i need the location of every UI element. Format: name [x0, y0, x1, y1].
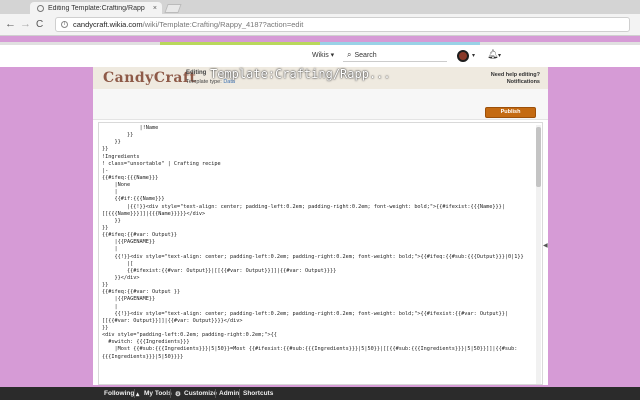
- code-line[interactable]: |None: [102, 182, 534, 189]
- wikis-label: Wikis: [312, 52, 329, 59]
- code-line[interactable]: |: [102, 246, 534, 253]
- divider: [134, 389, 135, 398]
- template-type: Template type: Data: [186, 79, 235, 85]
- page-title: Template:Crafting/Rapp...: [210, 67, 391, 81]
- back-arrow-icon[interactable]: ←: [5, 18, 16, 31]
- wikia-favicon-icon: [37, 4, 44, 12]
- wiki-logo[interactable]: CandyCraft: [103, 70, 196, 86]
- wikis-menu[interactable]: Wikis ▾: [312, 51, 334, 59]
- forward-arrow-icon[interactable]: →: [20, 18, 31, 31]
- info-icon[interactable]: i: [61, 21, 68, 28]
- code-line[interactable]: }}: [102, 218, 534, 225]
- bottom-toolbar: Following ▴ My Tools ⚙ Customize Admin S…: [0, 387, 640, 400]
- toolbar-admin[interactable]: Admin: [219, 390, 239, 397]
- close-tab-icon[interactable]: ×: [153, 5, 157, 12]
- template-type-link[interactable]: Data: [223, 79, 235, 85]
- code-line[interactable]: ! class="unsortable" | Crafting recipe: [102, 161, 534, 168]
- code-line[interactable]: }}</div>: [102, 275, 534, 282]
- editing-label: Editing: [186, 70, 207, 76]
- publish-button[interactable]: Publish: [485, 107, 536, 118]
- code-line[interactable]: {{#if:{{{Name}}}: [102, 196, 534, 203]
- collapse-rail-arrow-icon[interactable]: ◀: [543, 242, 548, 249]
- url-path: /wiki/Template:Crafting/Rappy_4187?actio…: [142, 20, 304, 29]
- tab-title: Editing Template:Crafting/Rapp: [48, 4, 145, 12]
- code-line[interactable]: {{#ifexist:{{#var: Output}}|[[{{#var: Ou…: [102, 268, 534, 275]
- code-line[interactable]: |{{PAGENAME}}: [102, 296, 534, 303]
- browser-toolbar: ← → C i candycraft.wikia.com/wiki/Templa…: [0, 14, 640, 36]
- chevron-down-icon: ▾: [330, 52, 335, 59]
- code-line[interactable]: {{#ifeq:{{#var: Output}}: [102, 232, 534, 239]
- code-line[interactable]: |-: [102, 168, 534, 175]
- code-line[interactable]: {{#ifeq:{{{Name}}}: [102, 175, 534, 182]
- reload-icon[interactable]: C: [36, 18, 43, 31]
- code-line[interactable]: |{{!}}<div style="text-align: center; pa…: [102, 204, 534, 211]
- edit-header: CandyCraft Editing Template:Crafting/Rap…: [93, 67, 548, 89]
- code-line[interactable]: |!Name: [102, 125, 534, 132]
- code-line[interactable]: |[: [102, 261, 534, 268]
- url-host: candycraft.wikia.com: [73, 20, 143, 29]
- code-line[interactable]: |: [102, 304, 534, 311]
- search-icon: ⌕: [347, 50, 352, 59]
- notifications-link[interactable]: Notifications: [491, 79, 540, 86]
- code-line[interactable]: {{{Ingredients}}}|5|50}}}}: [102, 354, 534, 361]
- code-line[interactable]: }}: [102, 146, 534, 153]
- code-line[interactable]: [[{{{Name}}}]]|{{{Name}}}}}</div>: [102, 211, 534, 218]
- new-tab-button[interactable]: [164, 4, 182, 13]
- search-placeholder: Search: [354, 51, 377, 59]
- scrollbar-thumb[interactable]: [536, 127, 541, 187]
- gear-icon[interactable]: ⚙: [175, 390, 181, 398]
- source-code[interactable]: |!Name }} }}}} !Ingredients! class="unsor…: [102, 125, 534, 361]
- search-input[interactable]: ⌕ Search: [343, 49, 447, 62]
- divider: [239, 389, 240, 398]
- code-line[interactable]: |: [102, 189, 534, 196]
- divider: [215, 389, 216, 398]
- source-editor[interactable]: |!Name }} }}}} !Ingredients! class="unsor…: [98, 122, 543, 385]
- code-line[interactable]: |{{PAGENAME}}: [102, 239, 534, 246]
- code-line[interactable]: {{!}}<div style="text-align: center; pad…: [102, 254, 534, 261]
- editor-toolbar: Publish: [93, 89, 548, 120]
- mytools-caret-icon[interactable]: ▴: [136, 390, 139, 398]
- divider: [170, 389, 171, 398]
- code-line[interactable]: <div style="padding-left:0.2em; padding-…: [102, 332, 534, 339]
- address-bar[interactable]: i candycraft.wikia.com/wiki/Template:Cra…: [55, 17, 630, 32]
- code-line[interactable]: }}: [102, 325, 534, 332]
- template-type-label: Template type:: [186, 79, 222, 85]
- chevron-down-icon[interactable]: ▾: [472, 52, 475, 59]
- code-line[interactable]: }}: [102, 225, 534, 232]
- toolbar-customize[interactable]: Customize: [184, 390, 217, 397]
- code-line[interactable]: |Most {{#sub:{{{Ingredients}}}|5|50}}=Mo…: [102, 346, 534, 353]
- help-links: Need help editing? Notifications: [491, 72, 540, 86]
- avatar[interactable]: [457, 50, 469, 62]
- code-line[interactable]: !Ingredients: [102, 154, 534, 161]
- toolbar-following[interactable]: Following: [104, 390, 134, 397]
- code-line[interactable]: {{!}}<div style="text-align: center; pad…: [102, 311, 534, 318]
- browser-tab[interactable]: Editing Template:Crafting/Rapp ×: [30, 2, 162, 14]
- toolbar-shortcuts[interactable]: Shortcuts: [243, 390, 273, 397]
- code-line[interactable]: }}: [102, 282, 534, 289]
- need-help-link[interactable]: Need help editing?: [491, 72, 540, 79]
- code-line[interactable]: }}: [102, 139, 534, 146]
- code-line[interactable]: [[{{#var: Output}}]]|{{#var: Output}}}}<…: [102, 318, 534, 325]
- browser-tabstrip: Editing Template:Crafting/Rapp ×: [0, 0, 640, 14]
- code-line[interactable]: {{#ifeq:{{#var: Output }}: [102, 289, 534, 296]
- code-line[interactable]: #switch: {{{Ingredients}}}: [102, 339, 534, 346]
- edit-page: CandyCraft Editing Template:Crafting/Rap…: [93, 67, 548, 385]
- chevron-down-icon[interactable]: ▾: [498, 52, 501, 59]
- code-line[interactable]: }}: [102, 132, 534, 139]
- editor-scrollbar[interactable]: [536, 125, 541, 384]
- bell-icon[interactable]: 🔔︎: [487, 49, 498, 60]
- toolbar-my-tools[interactable]: My Tools: [144, 390, 172, 397]
- global-nav: Wikis ▾ ⌕ Search ▾ 🔔︎ ▾: [0, 45, 640, 67]
